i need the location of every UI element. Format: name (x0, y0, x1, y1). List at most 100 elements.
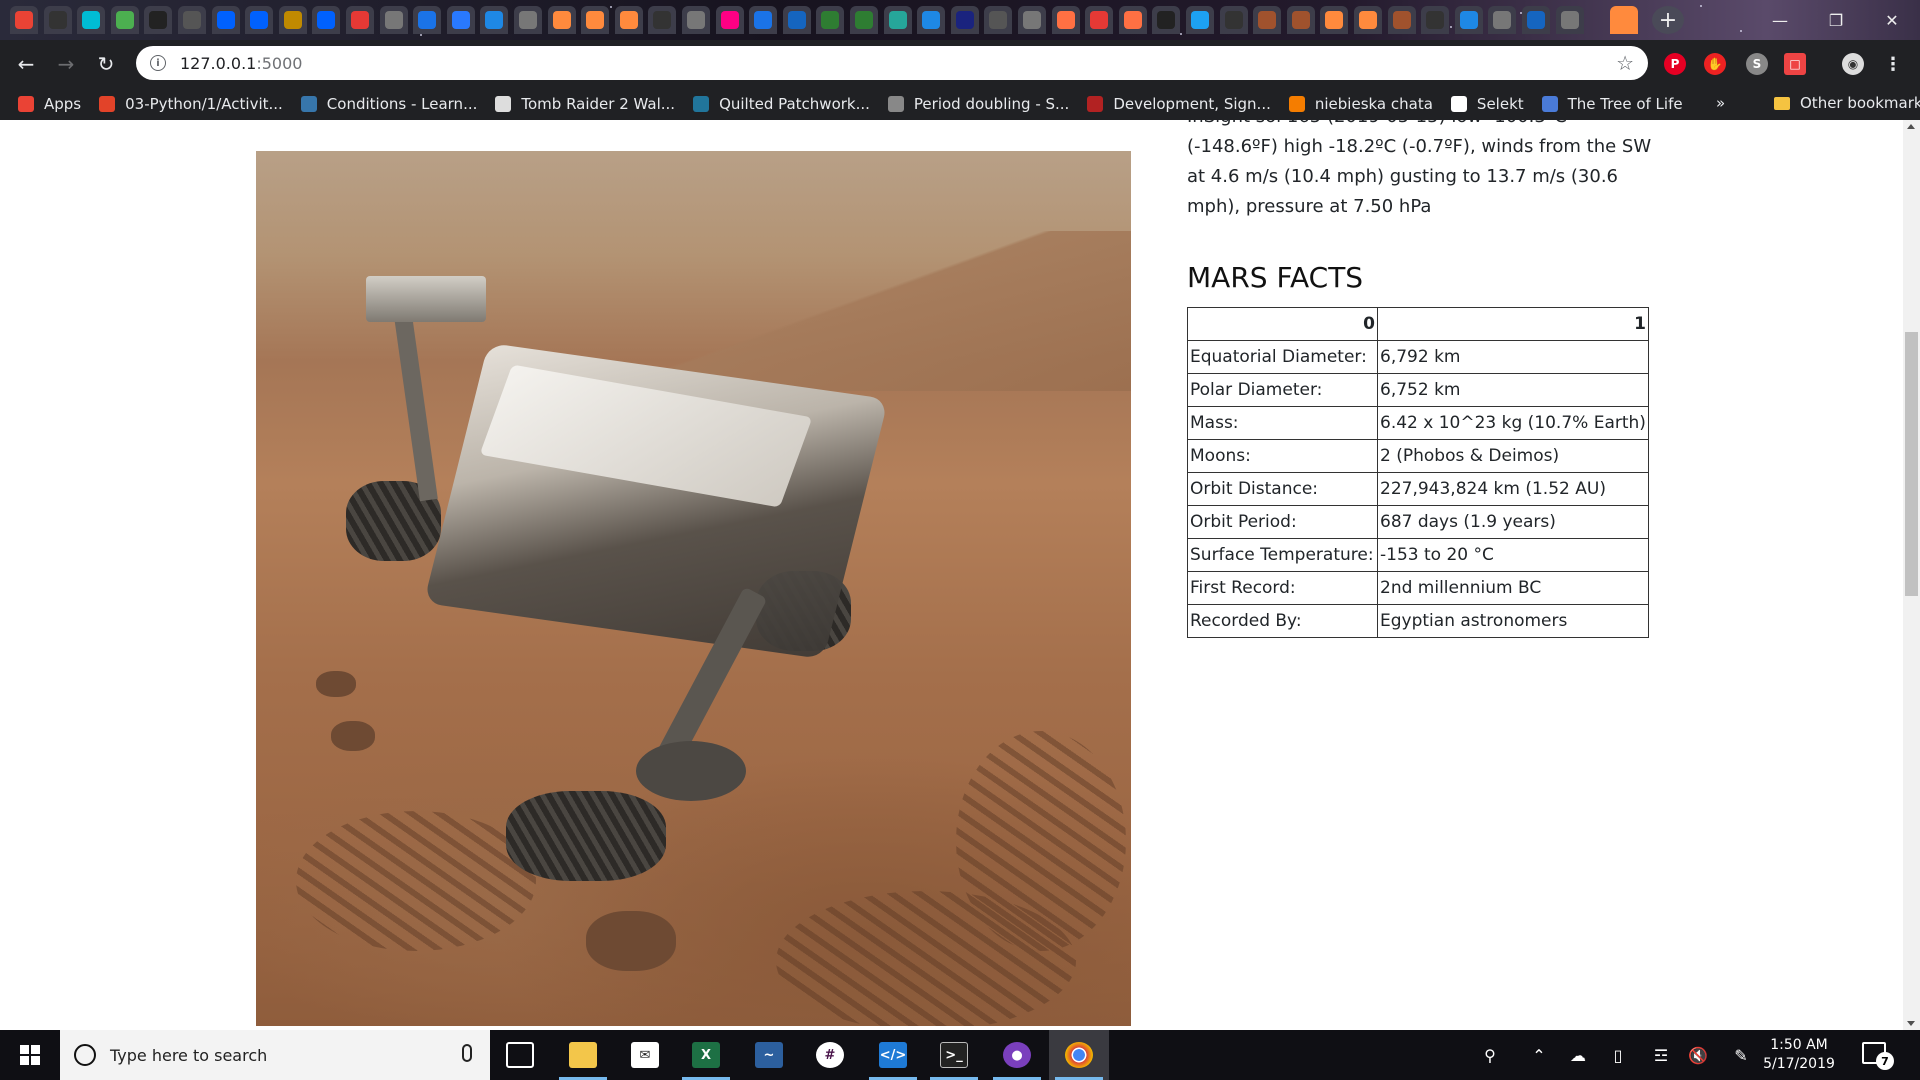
volume-muted-icon[interactable]: 🔇 (1683, 1030, 1713, 1080)
browser-tab[interactable] (1118, 6, 1147, 34)
browser-tab[interactable] (312, 6, 341, 34)
browser-tab[interactable] (1085, 6, 1114, 34)
scrollbar-thumb[interactable] (1905, 332, 1918, 596)
new-tab-button[interactable]: + (1652, 6, 1684, 34)
browser-tab[interactable] (682, 6, 710, 34)
people-icon[interactable]: ⚲ (1474, 1030, 1506, 1080)
browser-tab[interactable] (278, 6, 307, 34)
app-button[interactable]: ~ (739, 1030, 799, 1080)
browser-tab[interactable] (110, 6, 139, 34)
browser-tab[interactable] (1018, 6, 1046, 34)
show-hidden-icons-icon[interactable]: ⌃ (1524, 1030, 1554, 1080)
browser-tab[interactable] (648, 6, 677, 34)
browser-tab[interactable] (211, 6, 240, 34)
bookmarks-overflow-button[interactable]: » (1716, 94, 1725, 112)
browser-tab[interactable] (749, 6, 778, 34)
browser-tab[interactable] (245, 6, 274, 34)
microphone-icon[interactable] (462, 1044, 472, 1062)
browser-tab[interactable] (43, 6, 72, 34)
bookmark-item[interactable]: 03-Python/1/Activit... (99, 95, 283, 113)
browser-tab[interactable] (1354, 6, 1382, 34)
bookmark-item[interactable]: Development, Sign... (1087, 95, 1271, 113)
github-desktop-button[interactable]: ● (987, 1030, 1047, 1080)
grab-extension-icon[interactable]: ✋ (1704, 53, 1726, 75)
maximize-button[interactable]: ❐ (1808, 0, 1864, 40)
bookmark-item[interactable]: Selekt (1450, 95, 1524, 113)
browser-tab[interactable] (917, 6, 946, 34)
reload-button[interactable]: ↻ (88, 46, 124, 82)
address-bar[interactable]: i 127.0.0.1:5000 ☆ (136, 46, 1648, 80)
browser-tab[interactable] (446, 6, 475, 34)
browser-tab[interactable] (10, 6, 38, 34)
browser-tab[interactable] (77, 6, 106, 34)
browser-tab[interactable] (547, 6, 576, 34)
browser-tab[interactable] (782, 6, 811, 34)
start-button[interactable] (0, 1030, 60, 1080)
browser-tab[interactable] (144, 6, 173, 34)
onedrive-icon[interactable]: ☁ (1562, 1030, 1594, 1080)
url-text[interactable]: 127.0.0.1:5000 (180, 54, 302, 73)
bookmark-item[interactable]: Quilted Patchwork... (693, 95, 870, 113)
browser-tab[interactable] (1387, 6, 1416, 34)
browser-tab[interactable] (1186, 6, 1214, 34)
browser-tab[interactable] (1454, 6, 1483, 34)
browser-tab[interactable] (379, 6, 408, 34)
browser-tab[interactable] (984, 6, 1013, 34)
browser-tab[interactable] (346, 6, 374, 34)
page-scrollbar[interactable] (1903, 120, 1920, 1030)
excel-button[interactable]: X (676, 1030, 736, 1080)
mail-button[interactable]: ✉ (615, 1030, 675, 1080)
taskbar-clock[interactable]: 1:50 AM 5/17/2019 (1760, 1036, 1838, 1074)
chrome-button[interactable] (1049, 1030, 1109, 1080)
bookmark-item[interactable]: niebieska chata (1288, 95, 1433, 113)
bookmark-item[interactable]: Apps (18, 95, 81, 113)
bookmark-star-icon[interactable]: ☆ (1616, 51, 1634, 75)
close-window-button[interactable]: ✕ (1864, 0, 1920, 40)
browser-tab[interactable] (1488, 6, 1517, 34)
browser-tab[interactable] (950, 6, 979, 34)
terminal-button[interactable]: >_ (924, 1030, 984, 1080)
active-browser-tab[interactable] (1610, 6, 1638, 34)
browser-tab[interactable] (850, 6, 878, 34)
bookmark-item[interactable]: Period doubling - S... (887, 95, 1069, 113)
browser-tab[interactable] (715, 6, 744, 34)
browser-tab[interactable] (1421, 6, 1450, 34)
browser-tab[interactable] (413, 6, 442, 34)
browser-tab[interactable] (514, 6, 542, 34)
bookmark-item[interactable]: The Tree of Life (1541, 95, 1683, 113)
pen-icon[interactable]: ✎ (1726, 1030, 1756, 1080)
browser-tab[interactable] (816, 6, 845, 34)
bookmark-item[interactable]: Conditions - Learn... (300, 95, 477, 113)
scroll-down-icon[interactable] (1907, 1021, 1915, 1026)
minimize-button[interactable]: — (1752, 0, 1808, 40)
browser-tab[interactable] (1253, 6, 1282, 34)
browser-tab[interactable] (1219, 6, 1248, 34)
other-bookmarks[interactable]: Other bookmarks (1774, 94, 1920, 112)
skype-extension-icon[interactable]: S (1746, 53, 1768, 75)
info-icon[interactable]: i (150, 55, 166, 71)
browser-tab[interactable] (1555, 6, 1584, 34)
chrome-menu-icon[interactable]: ⋮ (1882, 53, 1904, 75)
back-button[interactable]: ← (8, 46, 44, 82)
vscode-button[interactable]: </> (863, 1030, 923, 1080)
browser-tab[interactable] (1051, 6, 1080, 34)
browser-tab[interactable] (1286, 6, 1315, 34)
bookmark-item[interactable]: Tomb Raider 2 Wal... (495, 95, 675, 113)
browser-tab[interactable] (581, 6, 610, 34)
profile-avatar[interactable]: ◉ (1842, 53, 1864, 75)
battery-icon[interactable]: ▯ (1603, 1030, 1633, 1080)
wifi-icon[interactable]: ☲ (1646, 1030, 1676, 1080)
taskbar-search[interactable]: Type here to search (60, 1030, 490, 1080)
browser-tab[interactable] (1522, 6, 1550, 34)
browser-tab[interactable] (614, 6, 643, 34)
pinterest-extension-icon[interactable]: P (1664, 53, 1686, 75)
file-explorer-button[interactable] (553, 1030, 613, 1080)
browser-tab[interactable] (1152, 6, 1181, 34)
browser-tab[interactable] (883, 6, 912, 34)
task-view-button[interactable] (490, 1030, 550, 1080)
forward-button[interactable]: → (48, 46, 84, 82)
browser-tab[interactable] (178, 6, 206, 34)
scroll-up-icon[interactable] (1907, 124, 1915, 129)
browser-tab[interactable] (480, 6, 509, 34)
slack-button[interactable]: # (800, 1030, 860, 1080)
